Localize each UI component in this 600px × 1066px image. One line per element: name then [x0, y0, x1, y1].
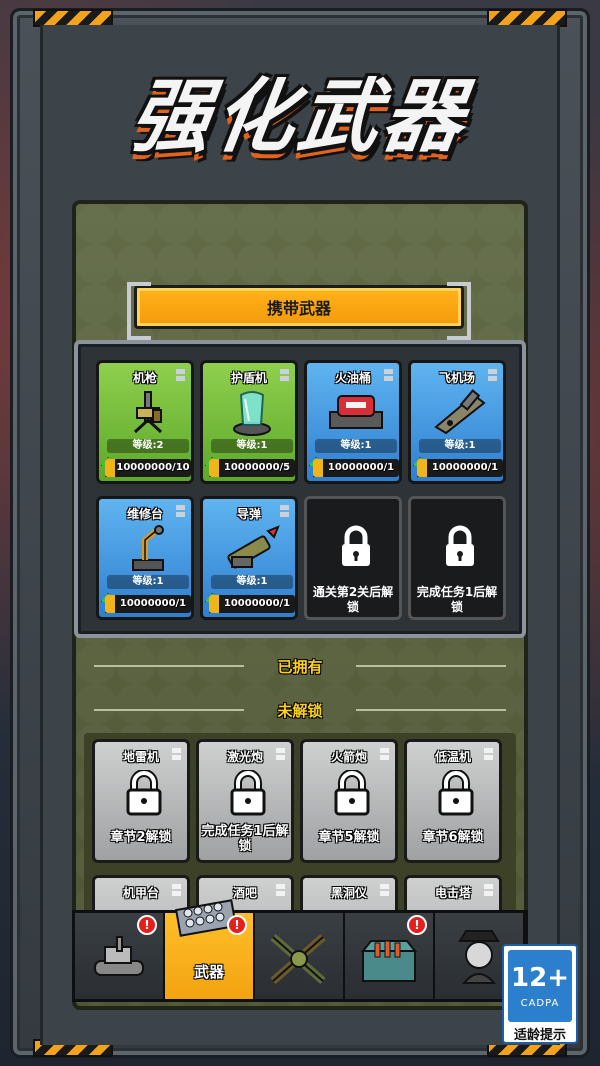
missile-launcher-icon — [221, 523, 283, 573]
weapon-level: 等级:2 — [107, 439, 189, 453]
oil-barrel-icon — [325, 387, 387, 437]
bottom-tab-bar: ! 武器 ! ! — [72, 899, 528, 1002]
upgrade-progress-bar: 10000000/5 — [209, 459, 295, 477]
weapon-level: 等级:1 — [107, 575, 189, 589]
menu-icon — [276, 884, 285, 898]
weapon-card-missile[interactable]: 导弹 等级:1 10000000/1 — [200, 496, 298, 620]
tank-icon — [94, 936, 144, 976]
notification-badge: ! — [407, 915, 427, 935]
locked-divider-label: 未解锁 — [277, 701, 323, 720]
menu-icon — [484, 884, 493, 898]
carry-section-banner: 携带武器 — [127, 282, 471, 340]
airfield-icon — [429, 387, 491, 437]
locked-weapon-card[interactable]: 低温机 章节6解锁 — [404, 739, 502, 863]
shield-generator-icon — [221, 387, 283, 437]
menu-icon — [276, 748, 285, 762]
age-rating-number: 12+ — [511, 962, 569, 993]
menu-icon — [176, 369, 185, 383]
age-rating-org: CADPA — [520, 997, 560, 1009]
menu-icon — [484, 748, 493, 762]
tab-arsenal[interactable] — [255, 913, 345, 999]
weapon-level: 等级:1 — [211, 439, 293, 453]
unlock-condition: 完成任务1后解锁 — [416, 585, 498, 614]
padlock-icon — [446, 525, 474, 566]
locked-weapon-card[interactable]: 地雷机 章节2解锁 — [92, 739, 190, 863]
menu-icon — [488, 369, 497, 383]
upgrade-progress-bar: 10000000/1 — [417, 459, 503, 477]
upgrade-progress-text: 10000000/5 — [223, 462, 291, 473]
padlock-icon — [342, 525, 370, 566]
weapon-card-shield[interactable]: 护盾机 等级:1 10000000/5 — [200, 360, 298, 484]
age-rating-badge: 12+ CADPA 适龄提示 — [502, 944, 578, 1044]
carried-weapons-panel: 机枪 等级:2 10000000/10 护盾机 等级:1 10000000/5 … — [74, 340, 526, 638]
unlock-condition: 章节2解锁 — [110, 830, 172, 845]
locked-weapons-panel: 地雷机 章节2解锁 激光炮 完成任务1后解锁 火箭炮 章节5解锁 低温机 章节6… — [84, 733, 516, 999]
upgrade-progress-text: 10000000/1 — [431, 462, 499, 473]
owned-divider: 已拥有 — [84, 654, 516, 678]
locked-weapon-card[interactable]: 激光炮 完成任务1后解锁 — [196, 739, 294, 863]
tab-tank[interactable]: ! — [75, 913, 165, 999]
machine-gun-icon — [117, 387, 179, 437]
locked-divider: 未解锁 — [84, 698, 516, 722]
padlock-icon — [126, 770, 162, 816]
menu-icon — [280, 369, 289, 383]
upgrade-progress-bar: 10000000/1 — [105, 595, 191, 613]
weapon-card-machine-gun[interactable]: 机枪 等级:2 10000000/10 — [96, 360, 194, 484]
upgrade-progress-text: 10000000/1 — [119, 598, 187, 609]
upgrade-progress-text: 10000000/1 — [327, 462, 395, 473]
unlock-condition: 章节6解锁 — [422, 830, 484, 845]
page-title: 强化武器 — [124, 70, 474, 163]
menu-icon — [172, 884, 181, 898]
weapon-card-repair-station[interactable]: 维修台 等级:1 10000000/1 — [96, 496, 194, 620]
upgrade-progress-text: 10000000/1 — [223, 598, 291, 609]
officer-icon — [458, 930, 500, 984]
weapon-level: 等级:1 — [419, 439, 501, 453]
menu-icon — [380, 748, 389, 762]
locked-slot[interactable]: 完成任务1后解锁 — [408, 496, 506, 620]
unlock-condition: 章节5解锁 — [318, 830, 380, 845]
owned-divider-label: 已拥有 — [277, 657, 323, 676]
menu-icon — [172, 748, 181, 762]
tab-weapons-label: 武器 — [193, 962, 224, 981]
age-rating-hint: 适龄提示 — [513, 1028, 566, 1043]
menu-icon — [280, 505, 289, 519]
crossed-rifles-icon — [270, 933, 326, 985]
weapon-level: 等级:1 — [315, 439, 397, 453]
padlock-icon — [334, 770, 370, 816]
locked-slot[interactable]: 通关第2关后解锁 — [304, 496, 402, 620]
unlock-condition: 通关第2关后解锁 — [312, 585, 394, 614]
upgrade-progress-text: 10000000/10 — [116, 462, 190, 473]
notification-badge: ! — [137, 915, 157, 935]
notification-badge: ! — [227, 915, 247, 935]
locked-weapon-card[interactable]: 火箭炮 章节5解锁 — [300, 739, 398, 863]
upgrade-progress-bar: 10000000/1 — [209, 595, 295, 613]
upgrade-progress-bar: 10000000/1 — [313, 459, 399, 477]
menu-icon — [380, 884, 389, 898]
ammo-crate-icon — [360, 940, 418, 982]
unlock-condition: 完成任务1后解锁 — [201, 824, 289, 854]
padlock-icon — [230, 770, 266, 816]
weapon-card-oil-barrel[interactable]: 火油桶 等级:1 10000000/1 — [304, 360, 402, 484]
tab-weapons[interactable]: 武器 ! — [165, 899, 255, 999]
repair-station-icon — [117, 523, 179, 573]
padlock-icon — [438, 770, 474, 816]
tab-supply[interactable]: ! — [345, 913, 435, 999]
weapon-card-airfield[interactable]: 飞机场 等级:1 10000000/1 — [408, 360, 506, 484]
menu-icon — [384, 369, 393, 383]
menu-icon — [176, 505, 185, 519]
weapon-level: 等级:1 — [211, 575, 293, 589]
upgrade-progress-bar: 10000000/10 — [105, 459, 191, 477]
carry-section-title: 携带武器 — [266, 299, 331, 318]
